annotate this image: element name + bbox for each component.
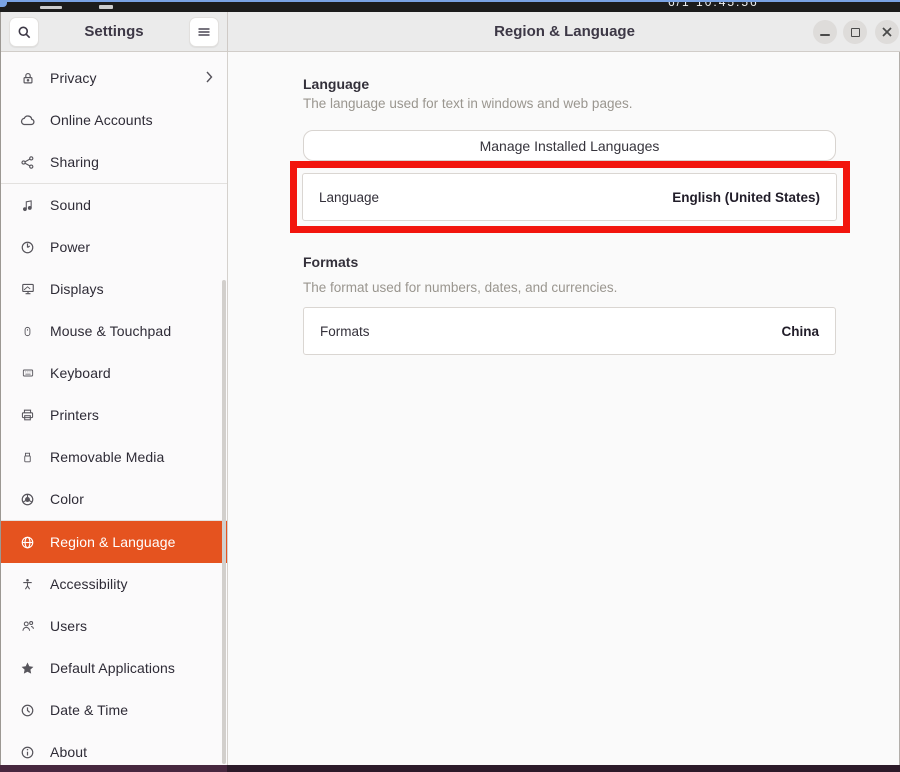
bottom-edge-left <box>0 765 227 772</box>
panel-text-fragment <box>99 5 113 9</box>
sidebar-item-sharing[interactable]: Sharing <box>1 141 227 183</box>
sidebar-item-label: Removable Media <box>50 449 164 465</box>
formats-section-heading: Formats <box>303 254 358 270</box>
close-icon <box>881 26 893 38</box>
sidebar-item-users[interactable]: Users <box>1 605 227 647</box>
headerbar-right: Region & Language <box>229 12 900 52</box>
sidebar-item-label: Mouse & Touchpad <box>50 323 171 339</box>
info-icon <box>19 744 36 760</box>
formats-row-value: China <box>781 324 819 339</box>
panel-text-fragment <box>40 6 62 9</box>
sidebar-item-power[interactable]: Power <box>1 226 227 268</box>
red-annotation-rectangle: Language English (United States) <box>290 161 850 233</box>
desktop-top-panel: 6/1 10:45:56 <box>0 0 900 12</box>
language-row[interactable]: Language English (United States) <box>302 173 837 221</box>
sidebar-item-label: Default Applications <box>50 660 175 676</box>
sidebar-item-mouse-touchpad[interactable]: Mouse & Touchpad <box>1 310 227 352</box>
minimize-icon <box>820 34 830 36</box>
sidebar-item-displays[interactable]: Displays <box>1 268 227 310</box>
sidebar-item-label: Color <box>50 491 84 507</box>
sidebar-scrollbar[interactable] <box>222 280 226 764</box>
sidebar-item-label: Sound <box>50 197 91 213</box>
accessibility-icon <box>19 576 36 592</box>
language-section-heading: Language <box>303 76 369 92</box>
sidebar-item-keyboard[interactable]: Keyboard <box>1 352 227 394</box>
keyboard-icon <box>19 365 36 381</box>
formats-row[interactable]: Formats China <box>303 307 836 355</box>
formats-section-description: The format used for numbers, dates, and … <box>303 280 617 295</box>
desktop-bottom-edge <box>0 765 900 772</box>
sidebar-item-color[interactable]: Color <box>1 478 227 520</box>
usb-drive-icon <box>19 449 36 465</box>
chevron-right-icon <box>205 70 213 84</box>
menu-button[interactable] <box>189 17 219 47</box>
headerbar: Settings Region & Language <box>1 12 900 52</box>
bottom-edge-right <box>227 765 900 772</box>
globe-icon <box>19 534 36 550</box>
sidebar-item-about[interactable]: About <box>1 731 227 765</box>
headerbar-left: Settings <box>1 12 228 52</box>
color-wheel-icon <box>19 491 36 507</box>
sidebar-item-label: Privacy <box>50 70 97 86</box>
lock-icon <box>19 70 36 86</box>
language-section-description: The language used for text in windows an… <box>303 96 632 111</box>
maximize-button[interactable] <box>843 20 867 44</box>
printer-icon <box>19 407 36 423</box>
sidebar-item-sound[interactable]: Sound <box>1 184 227 226</box>
sidebar-item-label: Sharing <box>50 154 99 170</box>
sidebar-item-label: Displays <box>50 281 104 297</box>
hamburger-icon <box>197 26 211 38</box>
star-icon <box>19 660 36 676</box>
sidebar-item-label: Power <box>50 239 90 255</box>
sidebar-item-label: About <box>50 744 87 760</box>
sidebar-item-label: Region & Language <box>50 534 175 550</box>
sidebar-item-removable-media[interactable]: Removable Media <box>1 436 227 478</box>
manage-installed-languages-button[interactable]: Manage Installed Languages <box>303 130 836 161</box>
sidebar-item-label: Accessibility <box>50 576 128 592</box>
sidebar-item-online-accounts[interactable]: Online Accounts <box>1 99 227 141</box>
settings-window: Settings Region & Language <box>0 12 900 765</box>
users-icon <box>19 618 36 634</box>
sidebar-item-accessibility[interactable]: Accessibility <box>1 563 227 605</box>
close-button[interactable] <box>875 20 899 44</box>
panel-left-fragment <box>0 0 7 7</box>
sidebar-item-label: Online Accounts <box>50 112 153 128</box>
display-icon <box>19 281 36 297</box>
cloud-icon <box>19 112 36 128</box>
minimize-button[interactable] <box>813 20 837 44</box>
sidebar-item-region-language[interactable]: Region & Language <box>1 521 227 563</box>
formats-row-label: Formats <box>320 324 370 339</box>
clock-icon <box>19 702 36 718</box>
mouse-icon <box>19 323 36 339</box>
maximize-icon <box>851 28 860 37</box>
sidebar-item-date-time[interactable]: Date & Time <box>1 689 227 731</box>
language-row-value: English (United States) <box>672 190 820 205</box>
sidebar-item-label: Users <box>50 618 87 634</box>
sidebar-item-default-applications[interactable]: Default Applications <box>1 647 227 689</box>
sidebar-item-label: Printers <box>50 407 99 423</box>
power-icon <box>19 239 36 255</box>
language-row-label: Language <box>319 190 379 205</box>
sidebar-item-label: Date & Time <box>50 702 128 718</box>
panel-clock-fragment: 6/1 10:45:56 <box>668 2 798 12</box>
share-icon <box>19 154 36 170</box>
region-language-panel: Language The language used for text in w… <box>229 52 899 765</box>
sidebar-item-privacy[interactable]: Privacy <box>1 57 227 99</box>
music-note-icon <box>19 197 36 213</box>
sidebar-item-printers[interactable]: Printers <box>1 394 227 436</box>
sidebar: Privacy Online Accounts Sharing <box>1 52 228 765</box>
sidebar-item-label: Keyboard <box>50 365 111 381</box>
page-title: Region & Language <box>229 12 900 52</box>
